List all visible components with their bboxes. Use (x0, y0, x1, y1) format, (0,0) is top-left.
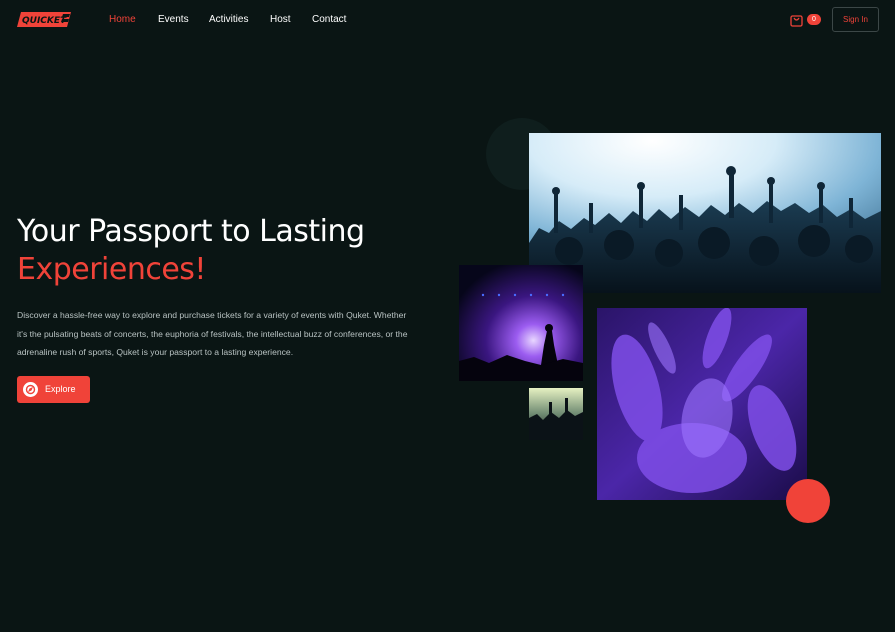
sign-in-button[interactable]: Sign In (832, 7, 879, 32)
nav-link-activities[interactable]: Activities (209, 14, 248, 25)
purple-hands-photo (597, 308, 807, 500)
stage-performer-photo (459, 265, 583, 381)
cart-button[interactable]: 0 (789, 12, 821, 28)
nav-link-host[interactable]: Host (270, 14, 291, 25)
nav-link-contact[interactable]: Contact (312, 14, 346, 25)
hero-title-line1: Your Passport to Lasting (17, 214, 365, 249)
explore-button[interactable]: Explore (17, 376, 90, 403)
decorative-red-circle (786, 479, 830, 523)
hero-description: Discover a hassle-free way to explore an… (17, 310, 408, 357)
nav-link-events[interactable]: Events (158, 14, 189, 25)
compass-icon (23, 382, 38, 397)
svg-text:QUICKET: QUICKET (22, 16, 67, 26)
top-navigation: QUICKET Home Events Activities Host Cont… (0, 0, 895, 40)
quicket-logo[interactable]: QUICKET (17, 12, 71, 27)
small-crowd-photo (529, 388, 583, 440)
shopping-bag-icon (790, 15, 803, 27)
hero-title: Your Passport to Lasting Experiences! (17, 213, 437, 289)
hero-title-highlight: Experiences! (17, 252, 206, 287)
explore-button-label: Explore (45, 384, 76, 394)
nav-link-home[interactable]: Home (109, 14, 136, 25)
cart-count-badge: 0 (807, 14, 821, 25)
